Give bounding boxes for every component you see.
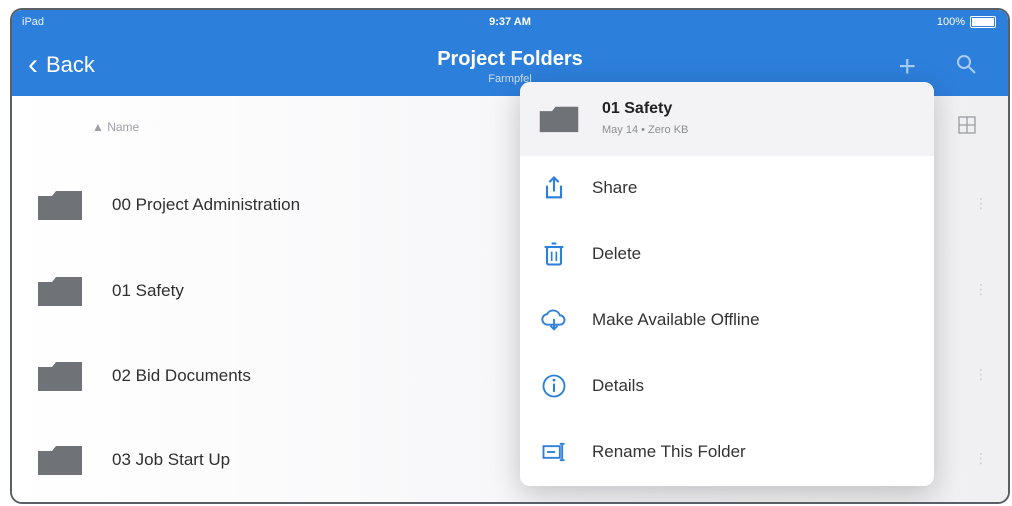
status-time: 9:37 AM xyxy=(489,16,531,28)
share-icon xyxy=(545,176,563,199)
popover-header: 01 Safety May 14 • Zero KB xyxy=(520,82,934,156)
search-icon[interactable] xyxy=(954,52,978,76)
make-available-offline-label: Make Available Offline xyxy=(592,310,760,329)
add-icon[interactable]: + xyxy=(898,50,916,84)
status-bar: iPad 9:37 AM 100% xyxy=(12,14,1008,34)
info-icon xyxy=(542,374,566,398)
rename-folder-label: Rename This Folder xyxy=(592,442,746,461)
sort-by-name[interactable]: ▲ Name xyxy=(92,120,139,134)
folder-icon xyxy=(36,188,84,222)
details-label: Details xyxy=(592,376,644,395)
folder-icon xyxy=(36,443,84,477)
sort-label: Name xyxy=(107,120,140,134)
share-label: Share xyxy=(592,178,638,197)
cloud-download-icon xyxy=(541,309,566,331)
more-icon[interactable]: ⋮ xyxy=(974,281,988,301)
battery-icon xyxy=(970,16,996,28)
page-title: Project Folders xyxy=(437,48,583,70)
folder-name: 02 Bid Documents xyxy=(112,366,251,385)
status-right: 100% xyxy=(937,16,996,28)
ipad-frame: iPad 9:37 AM 100% ‹ Back Project Folders… xyxy=(10,8,1010,504)
folder-actions-popover: 01 Safety May 14 • Zero KB Share Delete xyxy=(520,82,934,486)
rename-icon xyxy=(542,442,565,462)
make-available-offline-button[interactable]: Make Available Offline xyxy=(520,290,934,350)
folder-icon xyxy=(36,359,84,393)
more-icon[interactable]: ⋮ xyxy=(974,195,988,215)
folder-name: 00 Project Administration xyxy=(112,195,301,214)
details-button[interactable]: Details xyxy=(520,356,934,416)
popover-folder-meta: May 14 • Zero KB xyxy=(602,124,689,136)
more-icon[interactable]: ⋮ xyxy=(974,450,988,470)
folder-name: 01 Safety xyxy=(112,281,184,300)
folder-name: 03 Job Start Up xyxy=(112,450,231,469)
folder-icon xyxy=(538,104,580,134)
rename-folder-button[interactable]: Rename This Folder xyxy=(520,422,934,482)
delete-label: Delete xyxy=(592,244,642,263)
more-icon[interactable]: ⋮ xyxy=(974,366,988,386)
trash-icon xyxy=(544,242,564,266)
grid-view-icon[interactable] xyxy=(958,116,976,134)
share-button[interactable]: Share xyxy=(520,158,934,218)
battery-percent: 100% xyxy=(936,16,965,28)
popover-folder-name: 01 Safety xyxy=(602,100,673,117)
folder-icon xyxy=(36,274,84,308)
delete-button[interactable]: Delete xyxy=(520,224,934,284)
